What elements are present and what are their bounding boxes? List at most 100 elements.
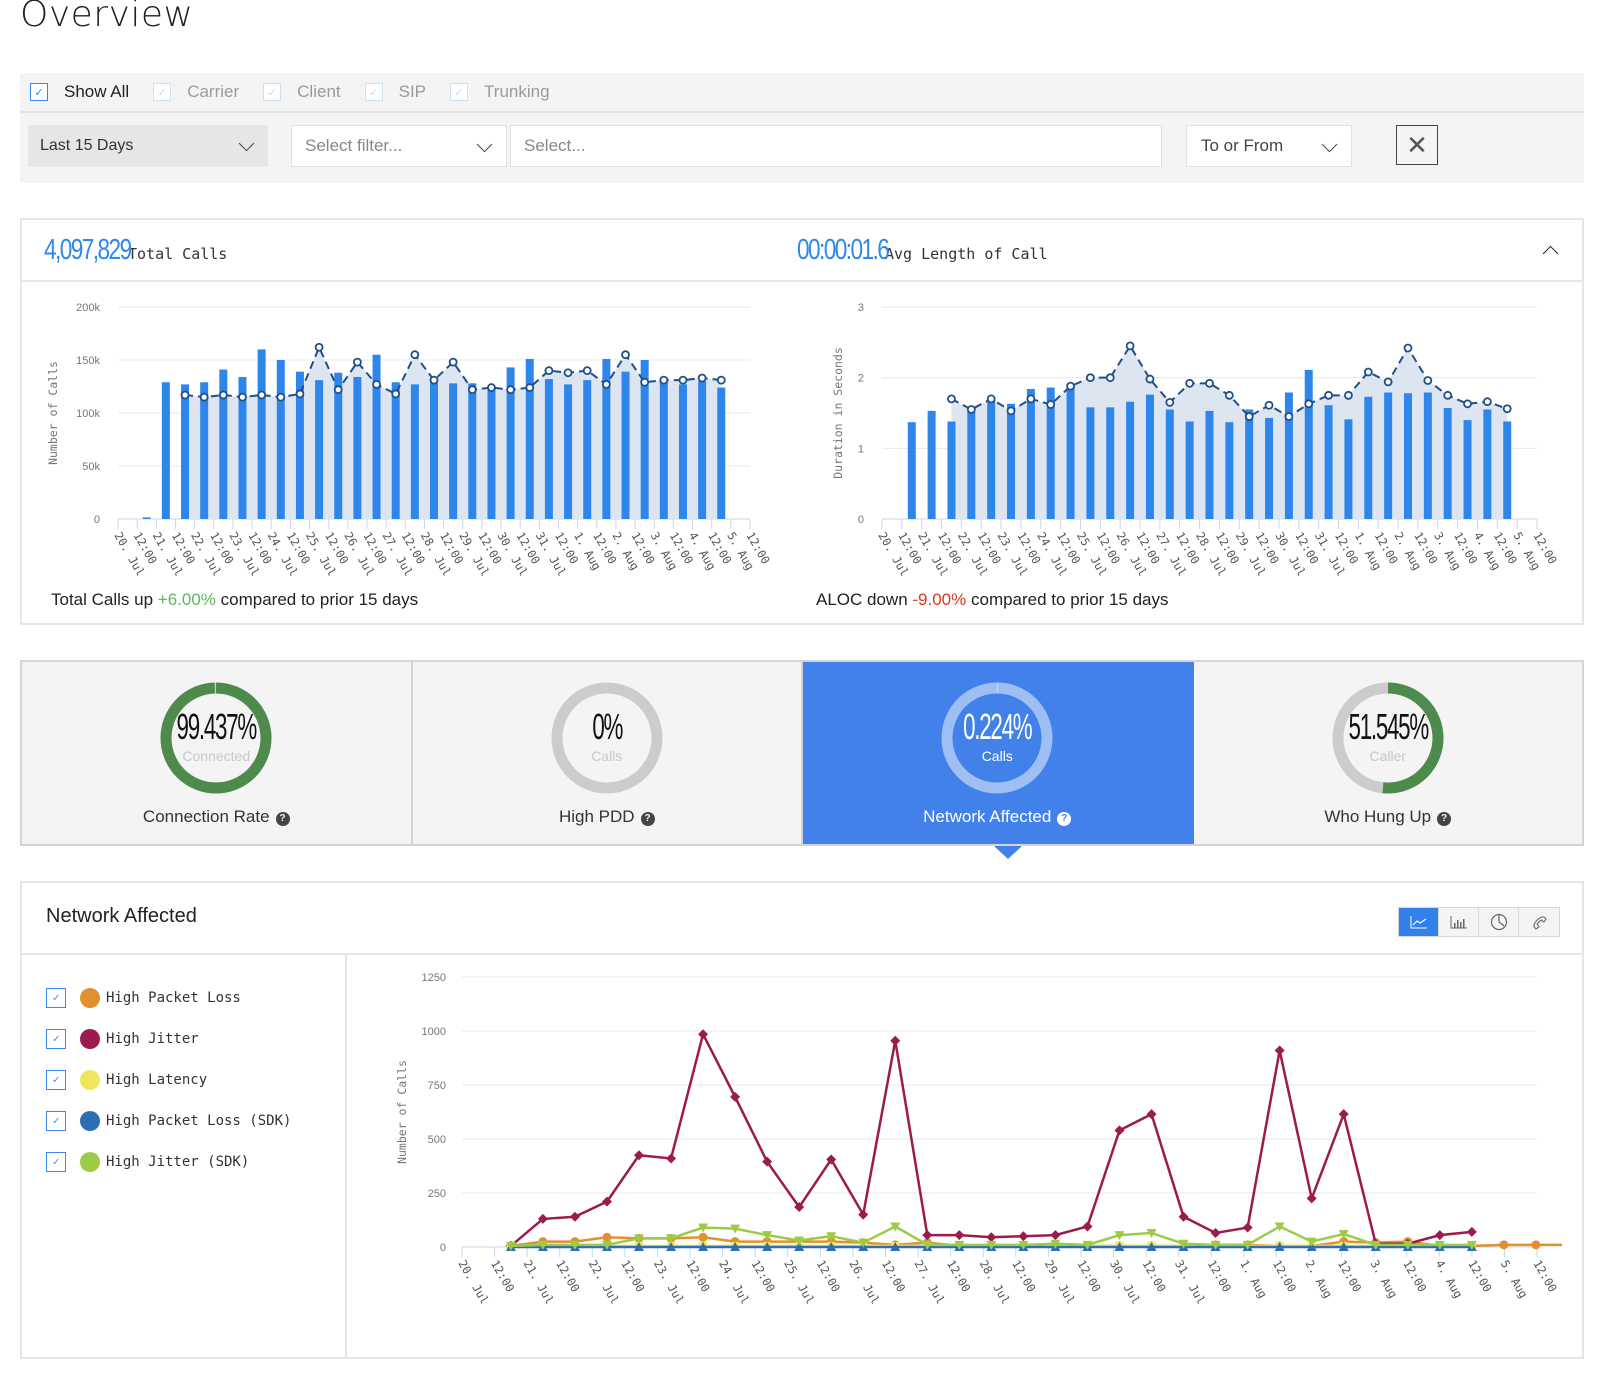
checkbox-icon[interactable]: ✓	[153, 83, 172, 101]
prior-point	[1502, 404, 1512, 414]
prior-point	[544, 366, 554, 375]
x-tick-label: 12:00	[1270, 1258, 1299, 1295]
y-tick-label: 1	[858, 443, 864, 455]
bar	[1384, 392, 1393, 519]
x-tick-label: 26. Jul	[846, 1258, 882, 1307]
prior-point	[180, 390, 190, 400]
checkbox-icon[interactable]: ✓	[450, 83, 469, 101]
x-tick-label: 22. Jul	[586, 1258, 622, 1307]
total-calls-stat: 4,097,829 Total Calls	[44, 234, 227, 267]
bar	[621, 371, 630, 519]
bar-view-button[interactable]	[1439, 908, 1479, 936]
bar	[391, 382, 400, 519]
direction-select[interactable]: To or From	[1186, 125, 1352, 167]
filter-sip[interactable]: ✓ SIP	[364, 82, 426, 102]
chevron-up-icon[interactable]	[1542, 245, 1559, 262]
phone-icon	[1533, 916, 1547, 930]
x-tick-label: 12:00	[1074, 1258, 1103, 1295]
filter-client[interactable]: ✓ Client	[263, 82, 341, 102]
bar	[583, 380, 592, 519]
checkbox-icon[interactable]: ✓	[263, 83, 282, 101]
filter-type-select[interactable]: Select filter...	[291, 125, 507, 167]
kpi-label: Network Affected?	[803, 807, 1192, 827]
checkbox-icon[interactable]: ✓	[30, 83, 48, 101]
prior-point	[1443, 390, 1453, 400]
clear-filters-button[interactable]: ✕	[1396, 125, 1438, 165]
kpi-network-affected[interactable]: 0.224% Calls Network Affected?	[803, 662, 1194, 844]
pie-chart-icon	[1490, 913, 1507, 931]
legend-item-high-latency[interactable]: ✓ High Latency	[22, 1059, 345, 1100]
legend-item-high-jitter-sdk[interactable]: ✓ High Jitter (SDK)	[22, 1141, 345, 1182]
close-icon: ✕	[1406, 129, 1428, 160]
filter-show-all[interactable]: ✓ Show All	[30, 82, 129, 102]
prior-point	[1423, 376, 1433, 385]
x-tick-label: 12:00	[749, 1258, 778, 1295]
phone-view-button[interactable]	[1519, 908, 1559, 936]
y-tick-label: 0	[94, 514, 100, 526]
bar	[544, 379, 553, 519]
checkbox-icon[interactable]: ✓	[46, 1028, 66, 1049]
kpi-who-hung-up[interactable]: 51.545% Caller Who Hung Up?	[1194, 662, 1583, 844]
line-view-button[interactable]	[1399, 908, 1439, 936]
line-chart-icon	[1410, 916, 1427, 929]
call-type-filters: ✓ Show All ✓ Carrier ✓ Client ✓ SIP ✓ Trunkin…	[20, 73, 1584, 113]
bar	[181, 384, 190, 519]
date-range-select[interactable]: Last 15 Days	[28, 125, 268, 167]
bar	[430, 382, 438, 519]
bar	[1106, 407, 1115, 519]
bar	[1463, 420, 1472, 519]
prior-point	[1185, 378, 1195, 388]
bar	[1324, 405, 1333, 519]
prior-point	[1006, 406, 1016, 416]
help-icon[interactable]: ?	[1057, 812, 1072, 826]
legend-item-high-jitter[interactable]: ✓ High Jitter	[22, 1018, 345, 1059]
prior-point	[1383, 377, 1393, 387]
kpi-sub: Caller	[1369, 748, 1407, 764]
prior-point	[678, 375, 688, 385]
checkbox-icon[interactable]: ✓	[46, 1110, 66, 1131]
kpi-high-pdd[interactable]: 0% Calls High PDD?	[413, 662, 803, 844]
checkbox-icon[interactable]: ✓	[364, 83, 383, 101]
prior-point	[582, 366, 592, 375]
help-icon[interactable]: ?	[640, 812, 655, 826]
bar	[468, 383, 477, 519]
series-color-dot	[80, 1110, 100, 1131]
x-tick-label: 12:00	[879, 1258, 908, 1295]
x-tick-label: 12:00	[1465, 1258, 1494, 1295]
help-icon[interactable]: ?	[275, 812, 290, 826]
bar	[1503, 421, 1512, 519]
total-calls-value: 4,097,829	[44, 234, 132, 266]
help-icon[interactable]: ?	[1437, 812, 1452, 826]
x-tick-label: 24. Jul	[716, 1258, 752, 1307]
pie-view-button[interactable]	[1479, 908, 1519, 936]
checkbox-icon[interactable]: ✓	[46, 987, 66, 1008]
kpi-connection-rate[interactable]: 99.437% Connected Connection Rate?	[22, 662, 413, 844]
kpi-value: 51.545%	[1348, 706, 1429, 747]
checkbox-icon[interactable]: ✓	[46, 1069, 66, 1090]
prior-point	[1284, 412, 1294, 421]
legend-item-high-packet-loss-sdk[interactable]: ✓ High Packet Loss (SDK)	[22, 1100, 345, 1141]
kpi-label: Connection Rate?	[22, 807, 411, 827]
prior-point	[487, 383, 496, 392]
point-marker	[1434, 1230, 1445, 1241]
prior-point	[1026, 394, 1036, 404]
series-legend: ✓ High Packet Loss ✓ High Jitter ✓ High Lat…	[22, 955, 347, 1359]
filter-value-input[interactable]	[510, 125, 1162, 167]
bar	[315, 380, 324, 519]
prior-point	[506, 385, 516, 395]
filter-carrier[interactable]: ✓ Carrier	[153, 82, 239, 102]
bar	[1265, 417, 1274, 519]
filter-trunking[interactable]: ✓ Trunking	[450, 82, 550, 102]
prior-point	[1304, 399, 1314, 409]
prior-point	[410, 350, 420, 360]
prior-point	[966, 405, 976, 414]
prior-point	[448, 357, 458, 367]
checkbox-icon[interactable]: ✓	[46, 1151, 66, 1172]
bar	[967, 408, 976, 519]
bar	[410, 384, 419, 519]
chevron-down-icon	[1321, 136, 1338, 153]
bar	[1007, 403, 1016, 519]
legend-item-high-packet-loss[interactable]: ✓ High Packet Loss	[22, 977, 345, 1018]
point-marker	[1242, 1222, 1253, 1233]
kpi-sub: Calls	[591, 748, 623, 764]
